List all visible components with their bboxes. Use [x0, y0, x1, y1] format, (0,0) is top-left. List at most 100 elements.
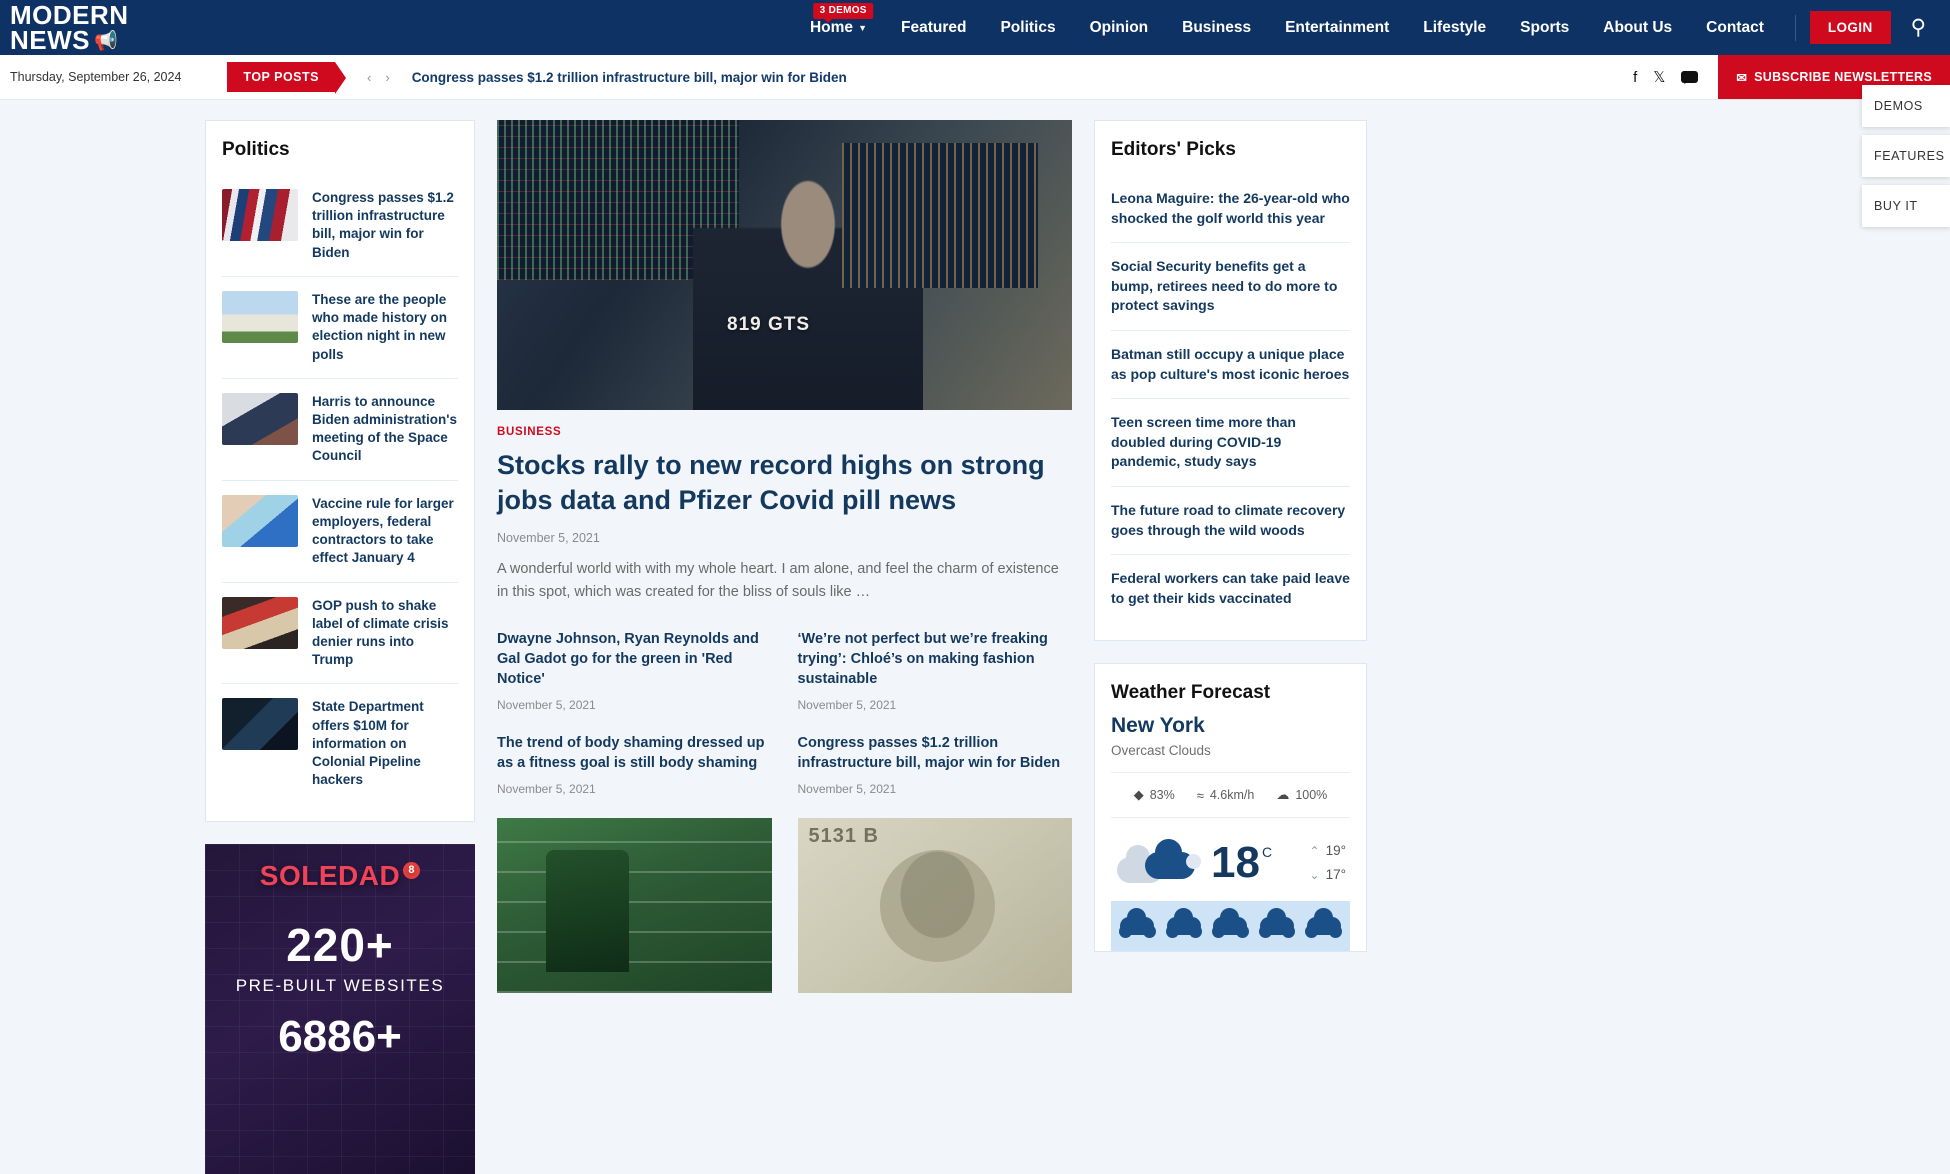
- editors-pick-title[interactable]: Leona Maguire: the 26-year-old who shock…: [1111, 190, 1350, 226]
- list-item[interactable]: Congress passes $1.2 trillion infrastruc…: [222, 175, 458, 277]
- list-item[interactable]: GOP push to shake label of climate crisi…: [222, 583, 458, 685]
- sub-article-title[interactable]: ‘We’re not perfect but we’re freaking tr…: [798, 630, 1073, 689]
- thumbnail-trump: [222, 596, 298, 649]
- list-item[interactable]: These are the people who made history on…: [222, 277, 458, 379]
- nav-item-lifestyle[interactable]: Lifestyle: [1406, 19, 1503, 37]
- editors-picks-title: Editors' Picks: [1111, 139, 1236, 160]
- editors-pick-title[interactable]: Federal workers can take paid leave to g…: [1111, 570, 1350, 606]
- page-content: Politics Congress passes $1.2 trillion i…: [0, 100, 1950, 1174]
- list-item-title: Vaccine rule for larger employers, feder…: [312, 495, 454, 566]
- weather-high-value: 19°: [1325, 843, 1346, 859]
- sub-article[interactable]: Dwayne Johnson, Ryan Reynolds and Gal Ga…: [497, 630, 772, 712]
- feature-category[interactable]: BUSINESS: [497, 426, 1072, 438]
- editors-pick-title[interactable]: Teen screen time more than doubled durin…: [1111, 414, 1296, 469]
- facebook-icon[interactable]: f: [1633, 70, 1637, 85]
- weather-stat-wind: ≈ 4.6km/h: [1197, 788, 1255, 803]
- promo-brand: SOLEDAD 8: [205, 860, 475, 892]
- politics-widget-title: Politics: [222, 139, 290, 160]
- float-item-features[interactable]: FEATURES: [1862, 135, 1950, 177]
- weather-low-value: 17°: [1325, 867, 1346, 883]
- list-item[interactable]: State Department offers $10M for informa…: [222, 684, 458, 803]
- login-button[interactable]: LOGIN: [1809, 11, 1891, 44]
- hundred-dollar-bill-photo[interactable]: [797, 818, 1072, 994]
- megaphone-icon: 📢: [94, 30, 119, 52]
- sub-article-title[interactable]: Dwayne Johnson, Ryan Reynolds and Gal Ga…: [497, 630, 772, 689]
- promo-banner[interactable]: SOLEDAD 8 220+ PRE-BUILT WEBSITES 6886+: [205, 844, 475, 1174]
- nav-item-entertainment[interactable]: Entertainment: [1268, 19, 1406, 37]
- list-item[interactable]: Federal workers can take paid leave to g…: [1111, 555, 1350, 622]
- feature-date: November 5, 2021: [497, 531, 600, 546]
- list-item-title: GOP push to shake label of climate crisi…: [312, 597, 449, 668]
- primary-navigation: 3 DEMOS Home ▼ Featured Politics Opinion…: [793, 2, 1950, 44]
- editors-pick-title[interactable]: Social Security benefits get a bump, ret…: [1111, 258, 1337, 313]
- nav-label: Contact: [1706, 18, 1764, 36]
- left-sidebar: Politics Congress passes $1.2 trillion i…: [205, 120, 475, 1174]
- humidity-value: 83%: [1149, 788, 1175, 803]
- sub-article[interactable]: ‘We’re not perfect but we’re freaking tr…: [798, 630, 1073, 712]
- nav-item-sports[interactable]: Sports: [1503, 19, 1586, 37]
- right-sidebar: Editors' Picks Leona Maguire: the 26-yea…: [1094, 120, 1367, 1174]
- search-icon[interactable]: ⚲: [1891, 17, 1938, 38]
- weather-widget: Weather Forecast New York Overcast Cloud…: [1094, 663, 1367, 953]
- wind-value: 4.6km/h: [1209, 788, 1255, 803]
- envelope-icon: ✉: [1736, 70, 1748, 85]
- hero-jacket-badge: 819 GTS: [727, 314, 811, 336]
- list-item[interactable]: Batman still occupy a unique place as po…: [1111, 331, 1350, 400]
- ticker-headline-link[interactable]: Congress passes $1.2 trillion infrastruc…: [412, 70, 847, 85]
- promo-brand-text: SOLEDAD: [259, 860, 401, 892]
- nav-item-home[interactable]: 3 DEMOS Home ▼: [793, 2, 884, 37]
- ticker-next-icon[interactable]: ›: [385, 70, 389, 85]
- editors-pick-title[interactable]: The future road to climate recovery goes…: [1111, 502, 1345, 538]
- ticker-controls: ‹ ›: [367, 70, 390, 85]
- rain-cloud-icon: [1115, 908, 1160, 943]
- promo-version-badge: 8: [403, 862, 421, 880]
- football-photo[interactable]: [497, 818, 772, 994]
- rain-cloud-icon: [1301, 908, 1346, 943]
- sub-article[interactable]: Congress passes $1.2 trillion infrastruc…: [798, 734, 1073, 796]
- sub-articles-grid: Dwayne Johnson, Ryan Reynolds and Gal Ga…: [497, 630, 1072, 796]
- ticker-prev-icon[interactable]: ‹: [367, 70, 371, 85]
- floating-side-panel: DEMOS FEATURES BUY IT: [1862, 85, 1950, 227]
- nav-item-about-us[interactable]: About Us: [1586, 19, 1689, 37]
- nav-item-opinion[interactable]: Opinion: [1073, 19, 1166, 37]
- chevron-down-icon: ▼: [858, 22, 867, 33]
- cloud-value: 100%: [1295, 788, 1328, 803]
- list-item[interactable]: Social Security benefits get a bump, ret…: [1111, 243, 1350, 331]
- weather-city: New York: [1111, 714, 1205, 738]
- nav-item-politics[interactable]: Politics: [983, 19, 1072, 37]
- thumbnail-capitol: [222, 290, 298, 343]
- sub-article-title[interactable]: Congress passes $1.2 trillion infrastruc…: [798, 734, 1073, 773]
- secondary-bar: Thursday, September 26, 2024 TOP POSTS ‹…: [0, 55, 1950, 100]
- demos-badge: 3 DEMOS: [813, 2, 873, 23]
- sub-article[interactable]: The trend of body shaming dressed up as …: [497, 734, 772, 796]
- site-logo[interactable]: MODERN NEWS 📢: [0, 2, 129, 53]
- arrow-up-icon: ⌃: [1309, 843, 1320, 858]
- feature-title[interactable]: Stocks rally to new record highs on stro…: [497, 448, 1072, 517]
- nav-label: Entertainment: [1285, 18, 1390, 36]
- nav-label: Featured: [900, 18, 967, 36]
- promo-content: SOLEDAD 8 220+ PRE-BUILT WEBSITES 6886+: [205, 844, 475, 1062]
- sub-article-title[interactable]: The trend of body shaming dressed up as …: [497, 734, 772, 773]
- list-item[interactable]: Vaccine rule for larger employers, feder…: [222, 481, 458, 583]
- list-item[interactable]: Leona Maguire: the 26-year-old who shock…: [1111, 175, 1350, 244]
- feature-hero-image[interactable]: 819 GTS: [497, 120, 1072, 410]
- nav-item-contact[interactable]: Contact: [1689, 19, 1781, 37]
- list-item[interactable]: The future road to climate recovery goes…: [1111, 487, 1350, 556]
- logo-line-2: NEWS 📢: [10, 27, 119, 53]
- list-item[interactable]: Harris to announce Biden administration'…: [222, 379, 458, 481]
- list-item-title: Congress passes $1.2 trillion infrastruc…: [312, 190, 454, 260]
- feature-excerpt: A wonderful world with with my whole hea…: [497, 561, 1059, 601]
- nav-item-business[interactable]: Business: [1165, 19, 1268, 37]
- weather-title: Weather Forecast: [1111, 682, 1271, 704]
- youtube-icon[interactable]: ▶: [1681, 70, 1699, 85]
- list-item[interactable]: Teen screen time more than doubled durin…: [1111, 399, 1350, 487]
- x-twitter-icon[interactable]: 𝕏: [1653, 70, 1665, 85]
- nav-item-featured[interactable]: Featured: [884, 19, 983, 37]
- rain-cloud-icon: [1208, 908, 1253, 943]
- overcast-cloud-icon: [1115, 835, 1201, 891]
- float-item-demos[interactable]: DEMOS: [1862, 85, 1950, 127]
- editors-pick-title[interactable]: Batman still occupy a unique place as po…: [1111, 346, 1349, 382]
- top-posts-ticker: TOP POSTS ‹ › Congress passes $1.2 trill…: [227, 62, 847, 94]
- float-item-buy-it[interactable]: BUY IT: [1862, 185, 1950, 227]
- list-item-title: Harris to announce Biden administration'…: [312, 393, 457, 464]
